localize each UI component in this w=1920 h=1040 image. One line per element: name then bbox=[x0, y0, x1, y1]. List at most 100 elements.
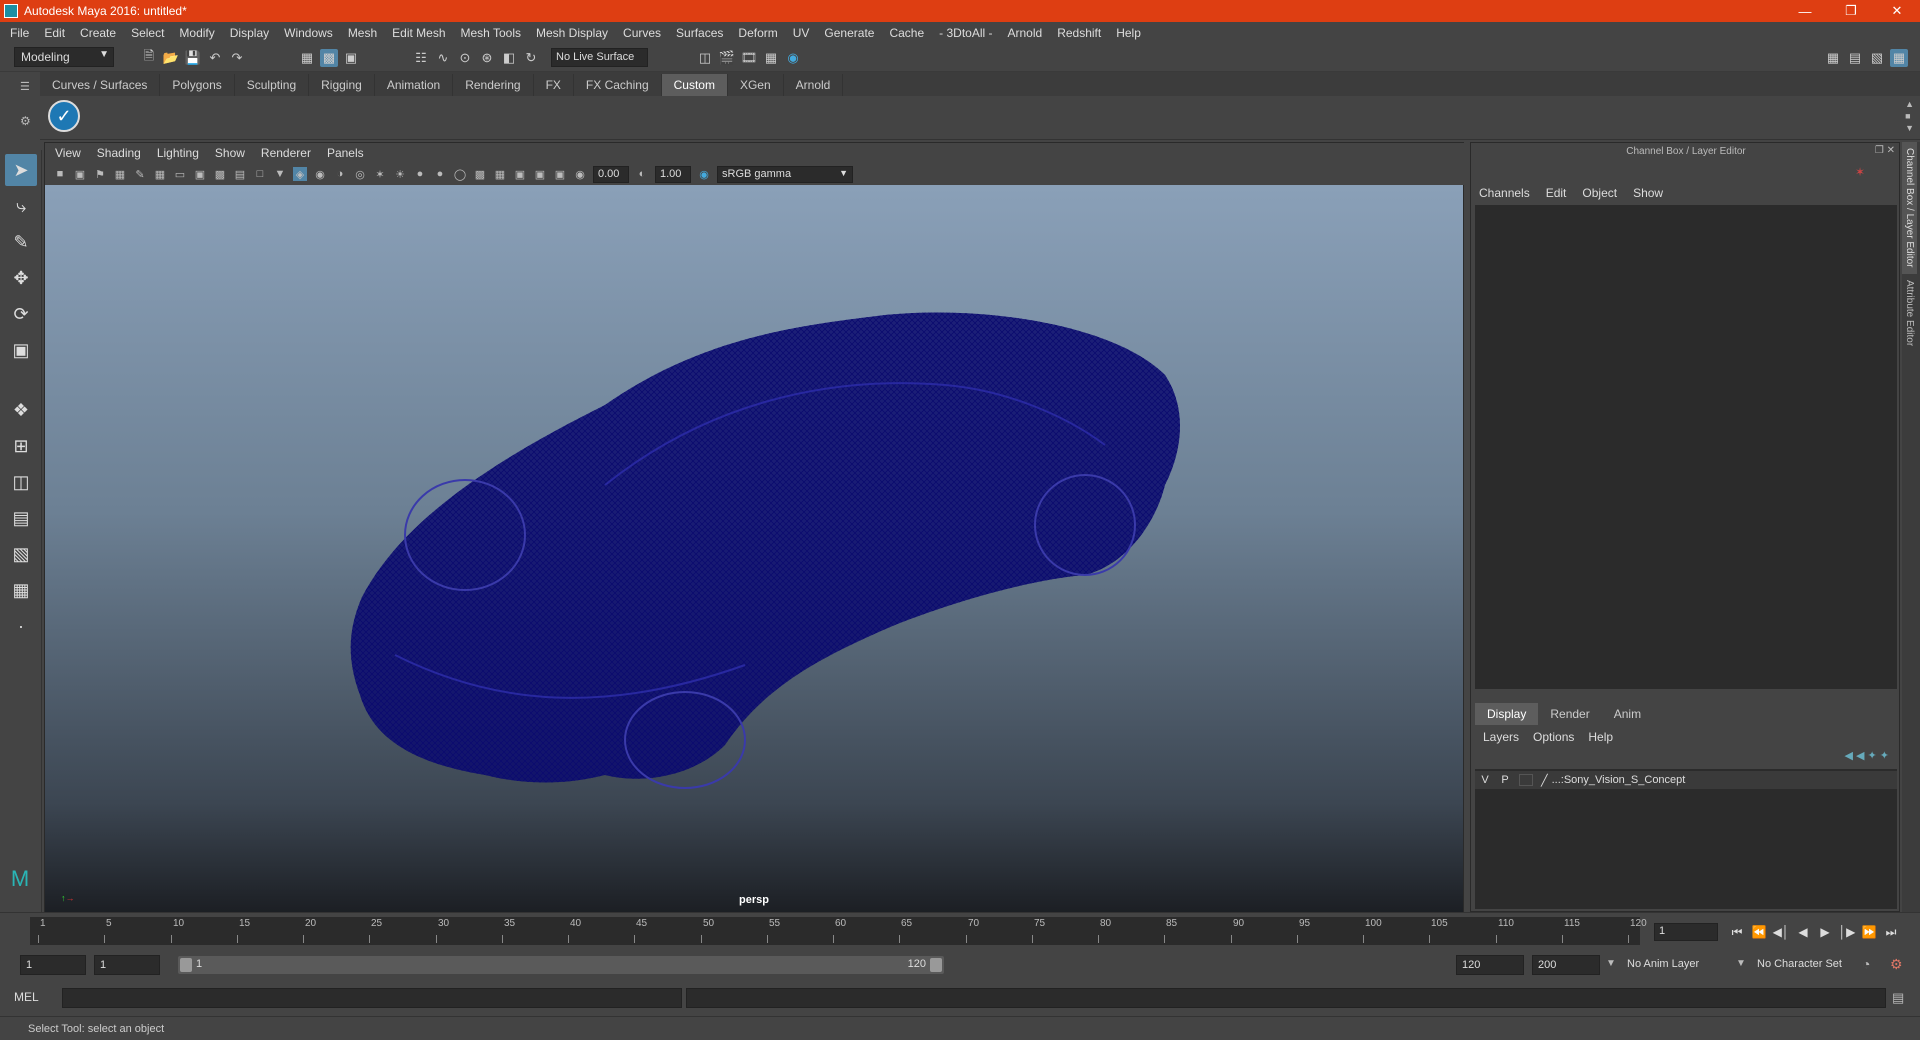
shelf-tab-fx[interactable]: FX bbox=[534, 74, 574, 96]
anim-layer-dropdown[interactable]: No Anim Layer bbox=[1622, 955, 1734, 975]
select-hierarchy-icon[interactable]: ▦ bbox=[298, 49, 316, 67]
playback-start-field[interactable]: 1 bbox=[94, 955, 160, 975]
depth-of-field-icon[interactable]: ▩ bbox=[473, 167, 487, 181]
menu-cache[interactable]: Cache bbox=[889, 26, 924, 40]
checkmark-shelf-button-icon[interactable]: ✓ bbox=[48, 100, 80, 132]
shelf-tab-rendering[interactable]: Rendering bbox=[453, 74, 534, 96]
layer-row[interactable]: V P ╱ ...:Sony_Vision_S_Concept bbox=[1475, 771, 1897, 789]
xray-icon[interactable]: ▣ bbox=[513, 167, 527, 181]
redo-icon[interactable]: ↷ bbox=[228, 49, 246, 67]
chevron-down-icon[interactable]: ▼ bbox=[1736, 958, 1746, 969]
ipr-render-icon[interactable]: 🎞 bbox=[740, 49, 758, 67]
panel-menu-shading[interactable]: Shading bbox=[97, 146, 141, 160]
anim-end-field[interactable]: 200 bbox=[1532, 955, 1600, 975]
playback-end-field[interactable]: 120 bbox=[1456, 955, 1524, 975]
gamma-field[interactable] bbox=[655, 165, 691, 183]
time-slider-track[interactable]: 1 5 10 15 20 25 30 35 40 45 50 55 60 65 70 75 80 85 90 95 10… bbox=[30, 917, 1647, 945]
persp-graph-layout-icon[interactable]: ▤ bbox=[5, 502, 37, 534]
menu-mesh-display[interactable]: Mesh Display bbox=[536, 26, 608, 40]
camera-attributes-icon[interactable]: ▣ bbox=[73, 167, 87, 181]
current-frame-field[interactable]: 1 bbox=[1654, 923, 1718, 941]
mode-dropdown[interactable]: Modeling ▼ bbox=[14, 47, 114, 67]
side-tab-attribute-editor[interactable]: Attribute Editor bbox=[1902, 274, 1917, 352]
new-scene-icon[interactable]: 🗎 bbox=[140, 48, 158, 67]
auto-key-icon[interactable]: ◔ bbox=[1862, 956, 1870, 972]
xray-joints-icon[interactable]: ▣ bbox=[533, 167, 547, 181]
panel-menu-show[interactable]: Show bbox=[215, 146, 245, 160]
channel-box-menu-channels[interactable]: Channels bbox=[1479, 186, 1530, 200]
wireframe-on-shaded-icon[interactable]: ◑ bbox=[333, 167, 347, 181]
channel-box-menu-edit[interactable]: Edit bbox=[1546, 186, 1567, 200]
shelf-scroll-icon[interactable]: ▲ ■ ▼ bbox=[1905, 98, 1914, 134]
command-language-label[interactable]: MEL bbox=[14, 990, 39, 1004]
menu-windows[interactable]: Windows bbox=[284, 26, 333, 40]
grid-toggle-icon[interactable]: ▦ bbox=[153, 167, 167, 181]
menu-redshift[interactable]: Redshift bbox=[1057, 26, 1101, 40]
go-to-start-icon[interactable]: ⏮ bbox=[1728, 923, 1746, 941]
lasso-tool-icon[interactable]: ⤷ bbox=[5, 190, 37, 222]
select-tool-icon[interactable]: ➤ bbox=[5, 154, 37, 186]
menu-uv[interactable]: UV bbox=[793, 26, 810, 40]
gate-mask-icon[interactable]: ▩ bbox=[213, 167, 227, 181]
undo-icon[interactable]: ↶ bbox=[206, 49, 224, 67]
layer-tab-render[interactable]: Render bbox=[1538, 703, 1601, 725]
exposure-icon[interactable]: ◉ bbox=[573, 167, 587, 181]
character-set-dropdown[interactable]: No Character Set bbox=[1752, 955, 1872, 975]
outliner-layout-icon[interactable]: ▦ bbox=[5, 574, 37, 606]
car-wireframe[interactable] bbox=[45, 185, 1463, 912]
menu-generate[interactable]: Generate bbox=[824, 26, 874, 40]
view-transform-dropdown[interactable]: sRGB gamma ▼ bbox=[717, 165, 853, 183]
command-input[interactable] bbox=[62, 988, 682, 1008]
side-by-side-layout-icon[interactable]: ◫ bbox=[5, 466, 37, 498]
single-perspective-layout-icon[interactable]: ❖ bbox=[5, 394, 37, 426]
shelf-tab-fx-caching[interactable]: FX Caching bbox=[574, 74, 662, 96]
modeling-toolkit-icon[interactable]: ▦ bbox=[1824, 49, 1842, 67]
menu-display[interactable]: Display bbox=[230, 26, 269, 40]
range-start-handle[interactable] bbox=[180, 958, 192, 972]
shelf-menu-icon[interactable]: ☰ bbox=[20, 80, 30, 93]
shelf-tab-custom[interactable]: Custom bbox=[661, 74, 728, 96]
motion-blur-icon[interactable]: ● bbox=[433, 167, 447, 181]
wireframe-shading-icon[interactable]: ◈ bbox=[293, 167, 307, 181]
step-forward-key-icon[interactable]: ⏩ bbox=[1860, 923, 1878, 941]
layer-menu-help[interactable]: Help bbox=[1588, 730, 1613, 744]
persp-outliner-layout-icon[interactable]: ▧ bbox=[5, 538, 37, 570]
bookmark-icon[interactable]: ⚑ bbox=[93, 167, 107, 181]
shadows-icon[interactable]: ☀ bbox=[393, 167, 407, 181]
restore-icon[interactable]: ❐ bbox=[1828, 0, 1874, 22]
panel-menu-view[interactable]: View bbox=[55, 146, 81, 160]
layer-menu-layers[interactable]: Layers bbox=[1483, 730, 1519, 744]
chevron-down-icon[interactable]: ▼ bbox=[1606, 958, 1616, 969]
panel-menu-panels[interactable]: Panels bbox=[327, 146, 364, 160]
menu-curves[interactable]: Curves bbox=[623, 26, 661, 40]
menu-select[interactable]: Select bbox=[131, 26, 164, 40]
shelf-tab-polygons[interactable]: Polygons bbox=[160, 74, 235, 96]
shelf-tab-rigging[interactable]: Rigging bbox=[309, 74, 375, 96]
minimize-icon[interactable]: — bbox=[1782, 0, 1828, 22]
menu-3dtoall[interactable]: - 3DtoAll - bbox=[939, 26, 992, 40]
make-live-icon[interactable]: ↻ bbox=[522, 49, 540, 67]
menu-arnold[interactable]: Arnold bbox=[1008, 26, 1043, 40]
layer-visibility-toggle[interactable]: V bbox=[1475, 774, 1495, 786]
exposure-field[interactable] bbox=[593, 165, 629, 183]
anim-start-field[interactable]: 1 bbox=[20, 955, 86, 975]
snap-curve-icon[interactable]: ∿ bbox=[434, 49, 452, 67]
side-tab-channel-box[interactable]: Channel Box / Layer Editor bbox=[1902, 142, 1917, 274]
layer-name[interactable]: ...:Sony_Vision_S_Concept bbox=[1552, 774, 1686, 786]
textured-icon[interactable]: ◎ bbox=[353, 167, 367, 181]
tool-settings-icon[interactable]: ▧ bbox=[1868, 49, 1886, 67]
hypershade-icon[interactable]: ◉ bbox=[784, 49, 802, 67]
shelf-settings-icon[interactable]: ⚙ bbox=[20, 114, 31, 128]
save-scene-icon[interactable]: 💾 bbox=[184, 49, 202, 67]
ambient-occlusion-icon[interactable]: ● bbox=[413, 167, 427, 181]
close-icon[interactable]: ✕ bbox=[1874, 0, 1920, 22]
gamma-icon[interactable]: ◐ bbox=[635, 167, 649, 181]
attribute-editor-toggle-icon[interactable]: ▤ bbox=[1846, 49, 1864, 67]
menu-mesh[interactable]: Mesh bbox=[348, 26, 377, 40]
range-end-handle[interactable] bbox=[930, 958, 942, 972]
channel-box-menu-object[interactable]: Object bbox=[1582, 186, 1617, 200]
live-surface-field[interactable]: No Live Surface bbox=[551, 48, 648, 67]
menu-help[interactable]: Help bbox=[1116, 26, 1141, 40]
step-back-key-icon[interactable]: ⏪ bbox=[1750, 923, 1768, 941]
image-plane-icon[interactable]: ▦ bbox=[113, 167, 127, 181]
